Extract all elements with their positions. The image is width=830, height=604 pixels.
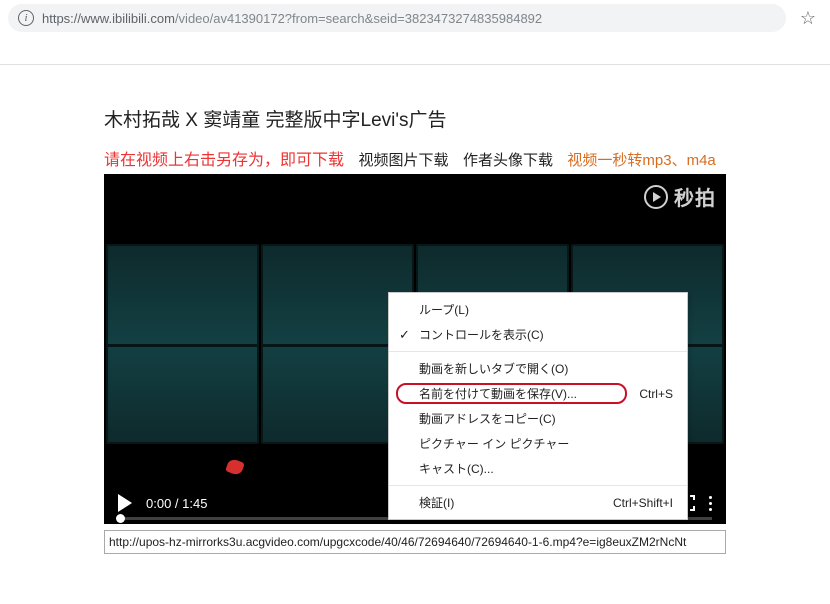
ctx-label: 動画アドレスをコピー(C) bbox=[419, 410, 556, 427]
play-button-icon[interactable] bbox=[118, 494, 132, 512]
ctx-open-new-tab[interactable]: 動画を新しいタブで開く(O) bbox=[389, 356, 687, 381]
url-field[interactable]: i https://www.ibilibili.com/video/av4139… bbox=[8, 4, 786, 32]
ctx-label: キャスト(C)... bbox=[419, 460, 494, 477]
download-hint: 请在视频上右击另存为，即可下载 bbox=[104, 152, 344, 169]
link-convert-mp3[interactable]: 视频一秒转mp3、m4a bbox=[567, 152, 715, 169]
site-info-icon[interactable]: i bbox=[18, 10, 34, 26]
address-bar: i https://www.ibilibili.com/video/av4139… bbox=[0, 0, 830, 36]
ctx-label: 名前を付けて動画を保存(V)... bbox=[419, 385, 577, 402]
ctx-inspect[interactable]: 検証(I) Ctrl+Shift+I bbox=[389, 490, 687, 515]
ctx-shortcut: Ctrl+S bbox=[639, 387, 673, 401]
ctx-cast[interactable]: キャスト(C)... bbox=[389, 456, 687, 481]
time-display: 0:00 / 1:45 bbox=[146, 496, 207, 511]
watermark-play-icon bbox=[644, 185, 668, 209]
download-links-row: 请在视频上右击另存为，即可下载 视频图片下载 作者头像下载 视频一秒转mp3、m… bbox=[104, 146, 726, 170]
ctx-label: ピクチャー イン ピクチャー bbox=[419, 435, 569, 452]
bookmark-star-icon[interactable]: ☆ bbox=[794, 8, 822, 29]
page-title: 木村拓哉 X 窦靖童 完整版中字Levi's广告 bbox=[104, 105, 726, 132]
ctx-label: 検証(I) bbox=[419, 494, 454, 511]
ctx-label: コントロールを表示(C) bbox=[419, 326, 544, 343]
check-icon: ✓ bbox=[399, 327, 410, 343]
ctx-save-video-as[interactable]: 名前を付けて動画を保存(V)... Ctrl+S bbox=[389, 381, 687, 406]
ctx-separator bbox=[389, 351, 687, 352]
more-options-icon[interactable] bbox=[709, 496, 712, 511]
link-video-image[interactable]: 视频图片下载 bbox=[358, 152, 448, 169]
watermark: 秒拍 bbox=[644, 182, 716, 211]
progress-thumb[interactable] bbox=[116, 514, 125, 523]
ctx-loop[interactable]: ループ(L) bbox=[389, 297, 687, 322]
ctx-copy-video-address[interactable]: 動画アドレスをコピー(C) bbox=[389, 406, 687, 431]
watermark-text: 秒拍 bbox=[674, 182, 716, 211]
ctx-separator bbox=[389, 485, 687, 486]
ctx-label: ループ(L) bbox=[419, 301, 469, 318]
video-url-input[interactable] bbox=[104, 530, 726, 554]
ctx-shortcut: Ctrl+Shift+I bbox=[613, 496, 673, 510]
url-text: https://www.ibilibili.com/video/av413901… bbox=[42, 11, 542, 26]
ctx-show-controls[interactable]: ✓ コントロールを表示(C) bbox=[389, 322, 687, 347]
ctx-label: 動画を新しいタブで開く(O) bbox=[419, 360, 568, 377]
ctx-picture-in-picture[interactable]: ピクチャー イン ピクチャー bbox=[389, 431, 687, 456]
video-content bbox=[106, 244, 259, 444]
link-author-avatar[interactable]: 作者头像下载 bbox=[463, 152, 553, 169]
context-menu: ループ(L) ✓ コントロールを表示(C) 動画を新しいタブで開く(O) 名前を… bbox=[388, 292, 688, 520]
video-player[interactable]: 秒拍 0:00 / 1:45 ループ(L) ✓ コントロールを表示(C) bbox=[104, 174, 726, 524]
